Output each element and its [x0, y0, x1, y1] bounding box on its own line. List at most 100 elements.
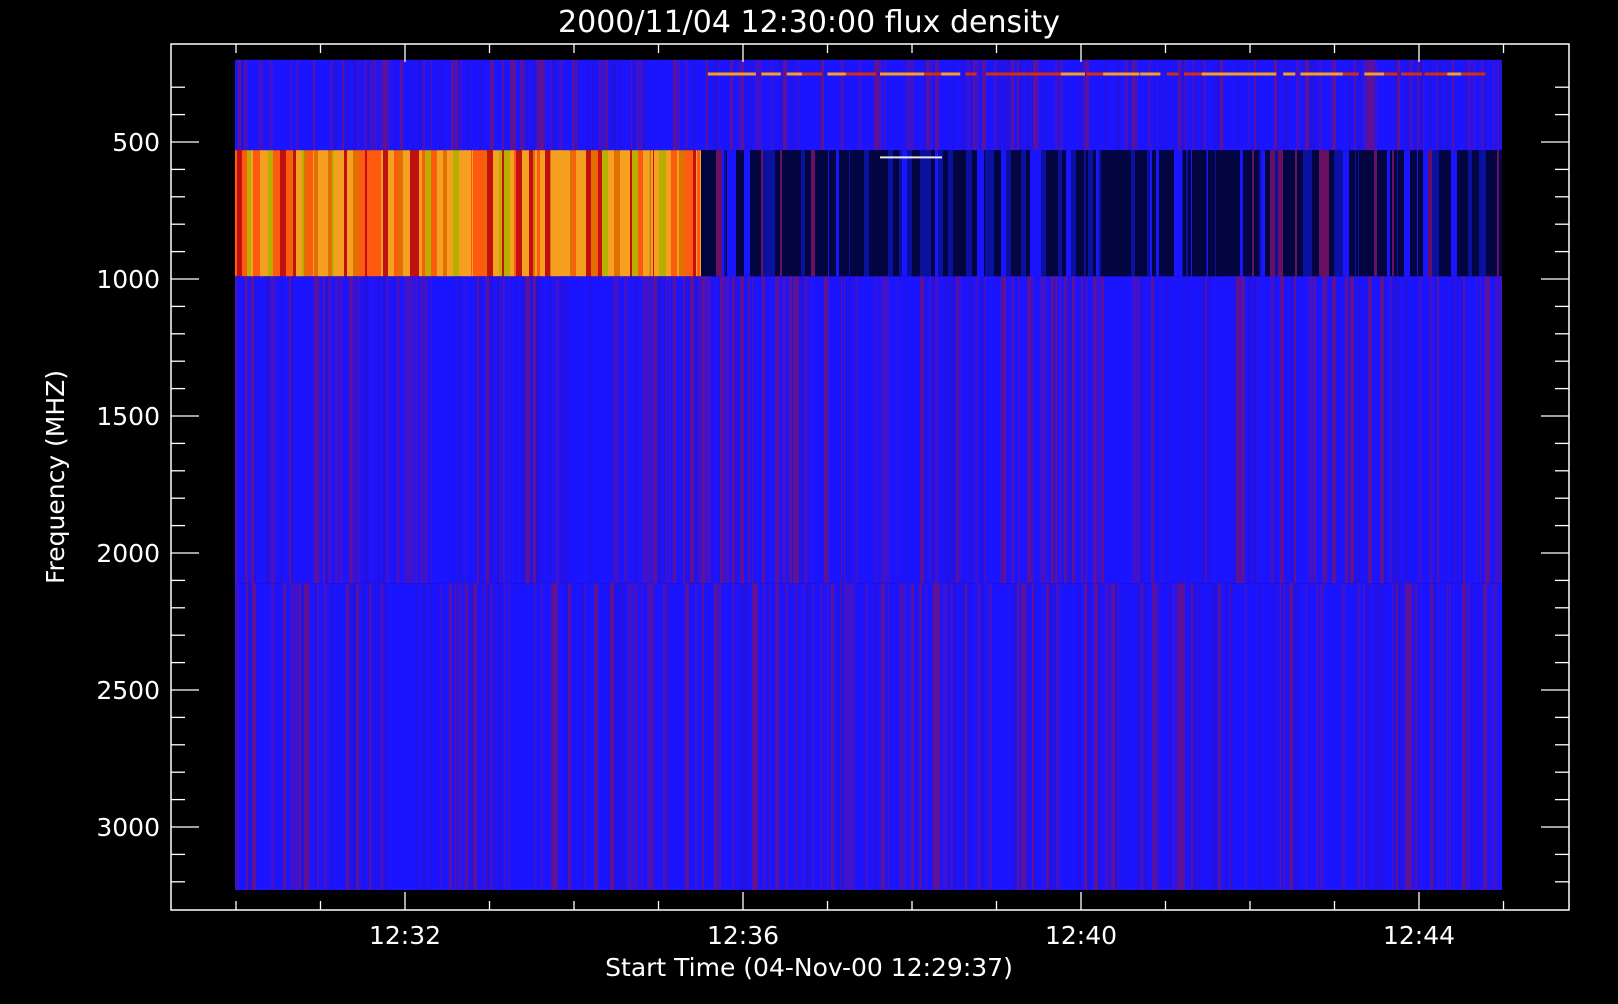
spectral-stripe — [536, 59, 538, 151]
spectral-stripe — [1270, 276, 1274, 584]
spectral-stripe — [451, 59, 452, 151]
spectral-stripe — [613, 276, 615, 584]
spectral-stripe — [412, 59, 414, 151]
spectral-stripe — [1485, 276, 1486, 584]
spectral-stripe — [245, 59, 248, 151]
spectral-stripe — [457, 276, 461, 584]
spectral-stripe — [1236, 150, 1240, 277]
spectral-stripe — [352, 276, 356, 584]
spectral-stripe — [654, 276, 657, 584]
spectral-stripe — [636, 59, 640, 151]
spectral-stripe — [1343, 150, 1349, 277]
spectral-stripe — [1280, 583, 1281, 891]
spectral-stripe — [935, 276, 939, 584]
spectral-stripe — [961, 583, 964, 891]
spectral-stripe — [968, 276, 972, 584]
spectral-stripe — [370, 150, 376, 277]
burst-mark — [1166, 72, 1179, 76]
spectral-stripe — [313, 59, 315, 151]
spectral-stripe — [610, 583, 614, 891]
spectral-stripe — [925, 583, 927, 891]
spectral-stripe — [1365, 583, 1369, 891]
spectral-stripe — [988, 583, 992, 891]
spectral-stripe — [1102, 276, 1104, 584]
spectral-stripe — [436, 150, 437, 277]
spectral-stripe — [701, 150, 704, 277]
spectral-stripe — [1018, 150, 1021, 277]
spectral-stripe — [1240, 276, 1241, 584]
spectral-stripe — [1414, 583, 1418, 891]
spectral-stripe — [665, 150, 666, 277]
spectral-stripe — [564, 150, 570, 277]
spectral-stripe — [413, 150, 419, 277]
spectral-stripe — [1027, 276, 1031, 584]
spectral-stripe — [679, 150, 685, 277]
spectral-stripe — [325, 276, 328, 584]
spectral-stripe — [292, 583, 296, 891]
spectral-stripe — [876, 59, 879, 151]
spectral-stripe — [629, 583, 633, 891]
spectral-stripe — [1001, 150, 1006, 277]
spectral-stripe — [245, 276, 247, 584]
spectral-stripe — [666, 150, 667, 277]
spectral-stripe — [504, 150, 510, 277]
spectral-stripe — [487, 583, 490, 891]
spectral-stripe — [711, 276, 713, 584]
spectral-stripe — [619, 583, 620, 891]
spectral-stripe — [1374, 150, 1377, 277]
spectral-stripe — [1218, 583, 1221, 891]
spectral-stripe — [1159, 150, 1161, 277]
spectral-stripe — [865, 583, 868, 891]
spectral-stripe — [1129, 150, 1131, 277]
spectral-stripe — [1474, 150, 1479, 277]
spectral-stripe — [831, 583, 834, 891]
spectral-stripe — [614, 583, 617, 891]
spectral-stripe — [1121, 583, 1122, 891]
spectral-stripe — [1493, 583, 1497, 891]
spectral-stripe — [290, 59, 292, 151]
spectral-stripe — [1457, 276, 1459, 584]
spectral-stripe — [765, 276, 766, 584]
spectral-stripe — [502, 150, 503, 277]
spectrogram-svg: 2000/11/04 12:30:00 flux density 12:32 12… — [0, 0, 1618, 1000]
spectral-stripe — [479, 59, 482, 151]
spectral-stripe — [897, 276, 898, 584]
spectral-stripe — [641, 583, 643, 891]
spectral-stripe — [1216, 150, 1222, 277]
spectral-stripe — [511, 276, 512, 584]
spectral-stripe — [461, 276, 462, 584]
spectral-stripe — [259, 59, 263, 151]
spectral-stripe — [676, 150, 677, 277]
spectral-stripe — [1253, 276, 1257, 584]
spectral-stripe — [1205, 276, 1207, 584]
spectral-stripe — [420, 276, 424, 584]
spectral-stripe — [1136, 276, 1140, 584]
spectral-stripe — [247, 150, 251, 277]
spectral-stripe — [1161, 150, 1167, 277]
burst-mark — [1447, 72, 1462, 76]
spectral-stripe — [1210, 150, 1215, 277]
spectral-stripe — [1463, 150, 1465, 277]
spectral-stripe — [279, 150, 280, 277]
spectral-stripe — [1051, 276, 1054, 584]
spectral-stripe — [998, 583, 999, 891]
spectral-stripe — [1398, 150, 1403, 277]
spectral-stripe — [706, 150, 710, 277]
spectral-stripe — [642, 276, 646, 584]
spectral-stripe — [336, 59, 337, 151]
spectral-stripe — [556, 150, 560, 277]
spectral-stripe — [1404, 150, 1410, 277]
spectral-stripe — [1078, 583, 1081, 891]
spectral-stripe — [540, 276, 542, 584]
spectral-stripe — [1190, 583, 1191, 891]
spectral-stripe — [1392, 150, 1394, 277]
spectral-stripe — [932, 583, 933, 891]
spectral-stripe — [349, 59, 350, 151]
spectral-stripe — [241, 59, 244, 151]
spectral-stripe — [479, 150, 484, 277]
spectral-stripe — [1124, 583, 1125, 891]
spectral-stripe — [362, 276, 365, 584]
spectral-stripe — [1197, 583, 1200, 891]
spectral-stripe — [362, 583, 365, 891]
spectral-stripe — [1368, 276, 1372, 584]
